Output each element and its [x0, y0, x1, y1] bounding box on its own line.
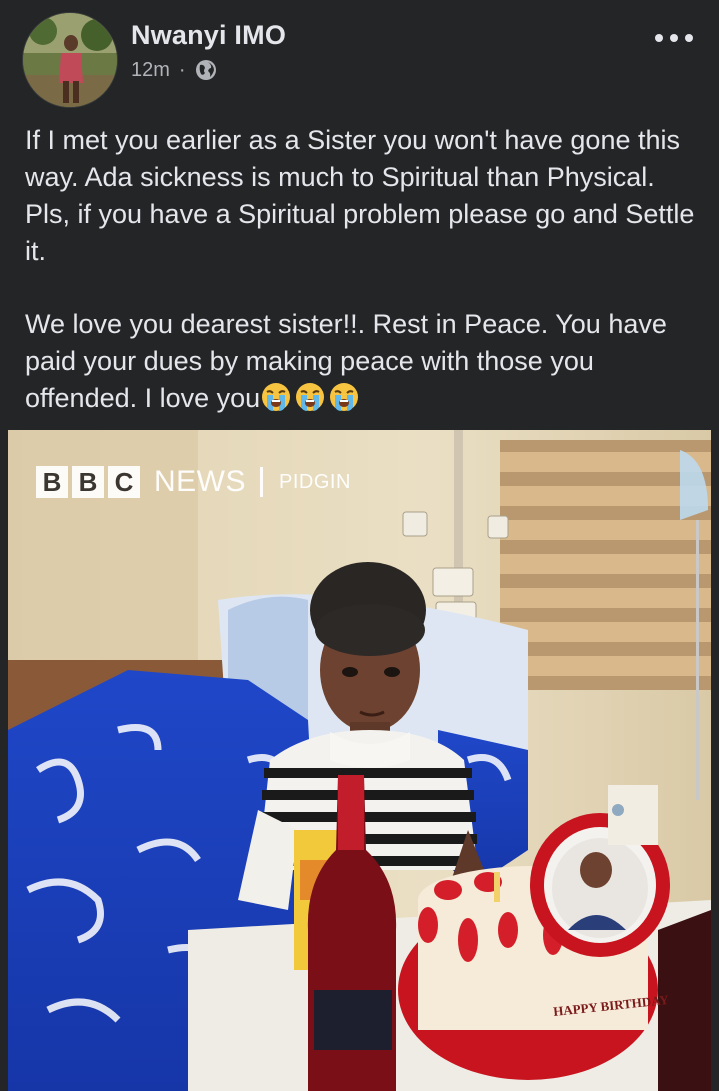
globe-icon [195, 59, 217, 81]
crying-face-icon [294, 381, 326, 413]
more-options-icon[interactable] [655, 28, 693, 48]
bbc-news-label: NEWS [154, 465, 246, 498]
post-timestamp[interactable]: 12m [131, 59, 170, 82]
crying-emoji-group [260, 381, 360, 413]
post-paragraph-1: If I met you earlier as a Sister you won… [25, 125, 695, 266]
avatar[interactable] [22, 12, 118, 108]
post-photo[interactable]: B B C NEWS PIDGIN HAPPY BIRTHDAY [8, 430, 711, 1091]
post-header: Nwanyi IMO 12m · [0, 0, 719, 110]
crying-face-icon [328, 381, 360, 413]
facebook-post: Nwanyi IMO 12m · If I met you earlier as… [0, 0, 719, 1091]
crying-face-icon [260, 381, 292, 413]
bbc-section-label: PIDGIN [279, 470, 351, 493]
more-dot [670, 34, 678, 42]
bbc-news-pidgin-watermark: B B C NEWS PIDGIN [36, 464, 351, 500]
more-dot [655, 34, 663, 42]
bbc-block-b2: B [72, 466, 104, 498]
meta-separator: · [178, 58, 186, 81]
avatar-image [23, 13, 117, 107]
author-name[interactable]: Nwanyi IMO [131, 20, 286, 51]
bbc-separator [260, 467, 263, 497]
bbc-block-c: C [108, 466, 140, 498]
hospital-birthday-photo [8, 430, 711, 1091]
bbc-block-b1: B [36, 466, 68, 498]
post-body: If I met you earlier as a Sister you won… [25, 122, 705, 417]
post-paragraph-2: We love you dearest sister!!. Rest in Pe… [25, 306, 705, 417]
post-meta: 12m · [131, 57, 217, 83]
more-dot [685, 34, 693, 42]
